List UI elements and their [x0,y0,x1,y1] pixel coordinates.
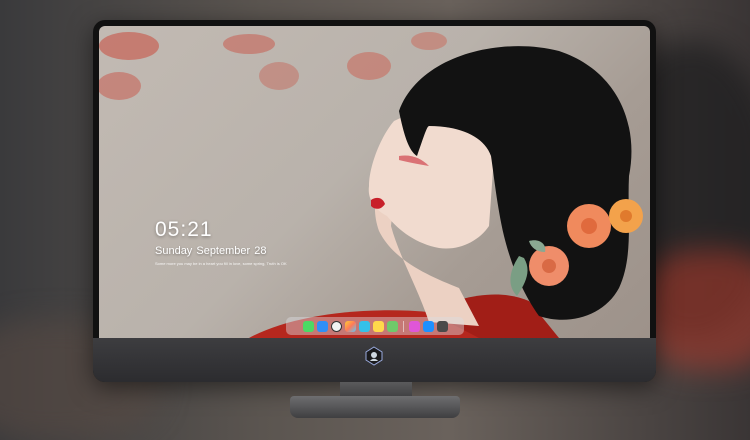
imac-monitor: 05:21 Sunday September 28 Some more you … [93,20,656,382]
finder-icon[interactable] [316,320,328,332]
monitor-chin [93,338,656,382]
messages-icon[interactable] [302,320,314,332]
dock-separator [402,320,404,332]
camera-icon[interactable] [436,320,448,332]
dock [286,317,464,335]
lockscreen-quote: Some more you may be in a heart you fill… [155,261,287,266]
video-clapper-icon[interactable] [358,320,370,332]
calendar-icon[interactable] [386,320,398,332]
wallpaper-image [99,32,643,338]
lockscreen-date: Sunday September 28 [155,245,267,257]
brand-logo-icon [365,346,383,366]
photos-icon[interactable] [344,320,356,332]
notes-icon[interactable] [372,320,384,332]
monitor-stand-base [290,396,460,418]
lockscreen-clock: 05:21 [155,218,213,241]
music-icon[interactable] [408,320,420,332]
desktop-screen: 05:21 Sunday September 28 Some more you … [99,26,650,338]
app-store-icon[interactable] [422,320,434,332]
clock-icon[interactable] [330,320,342,332]
